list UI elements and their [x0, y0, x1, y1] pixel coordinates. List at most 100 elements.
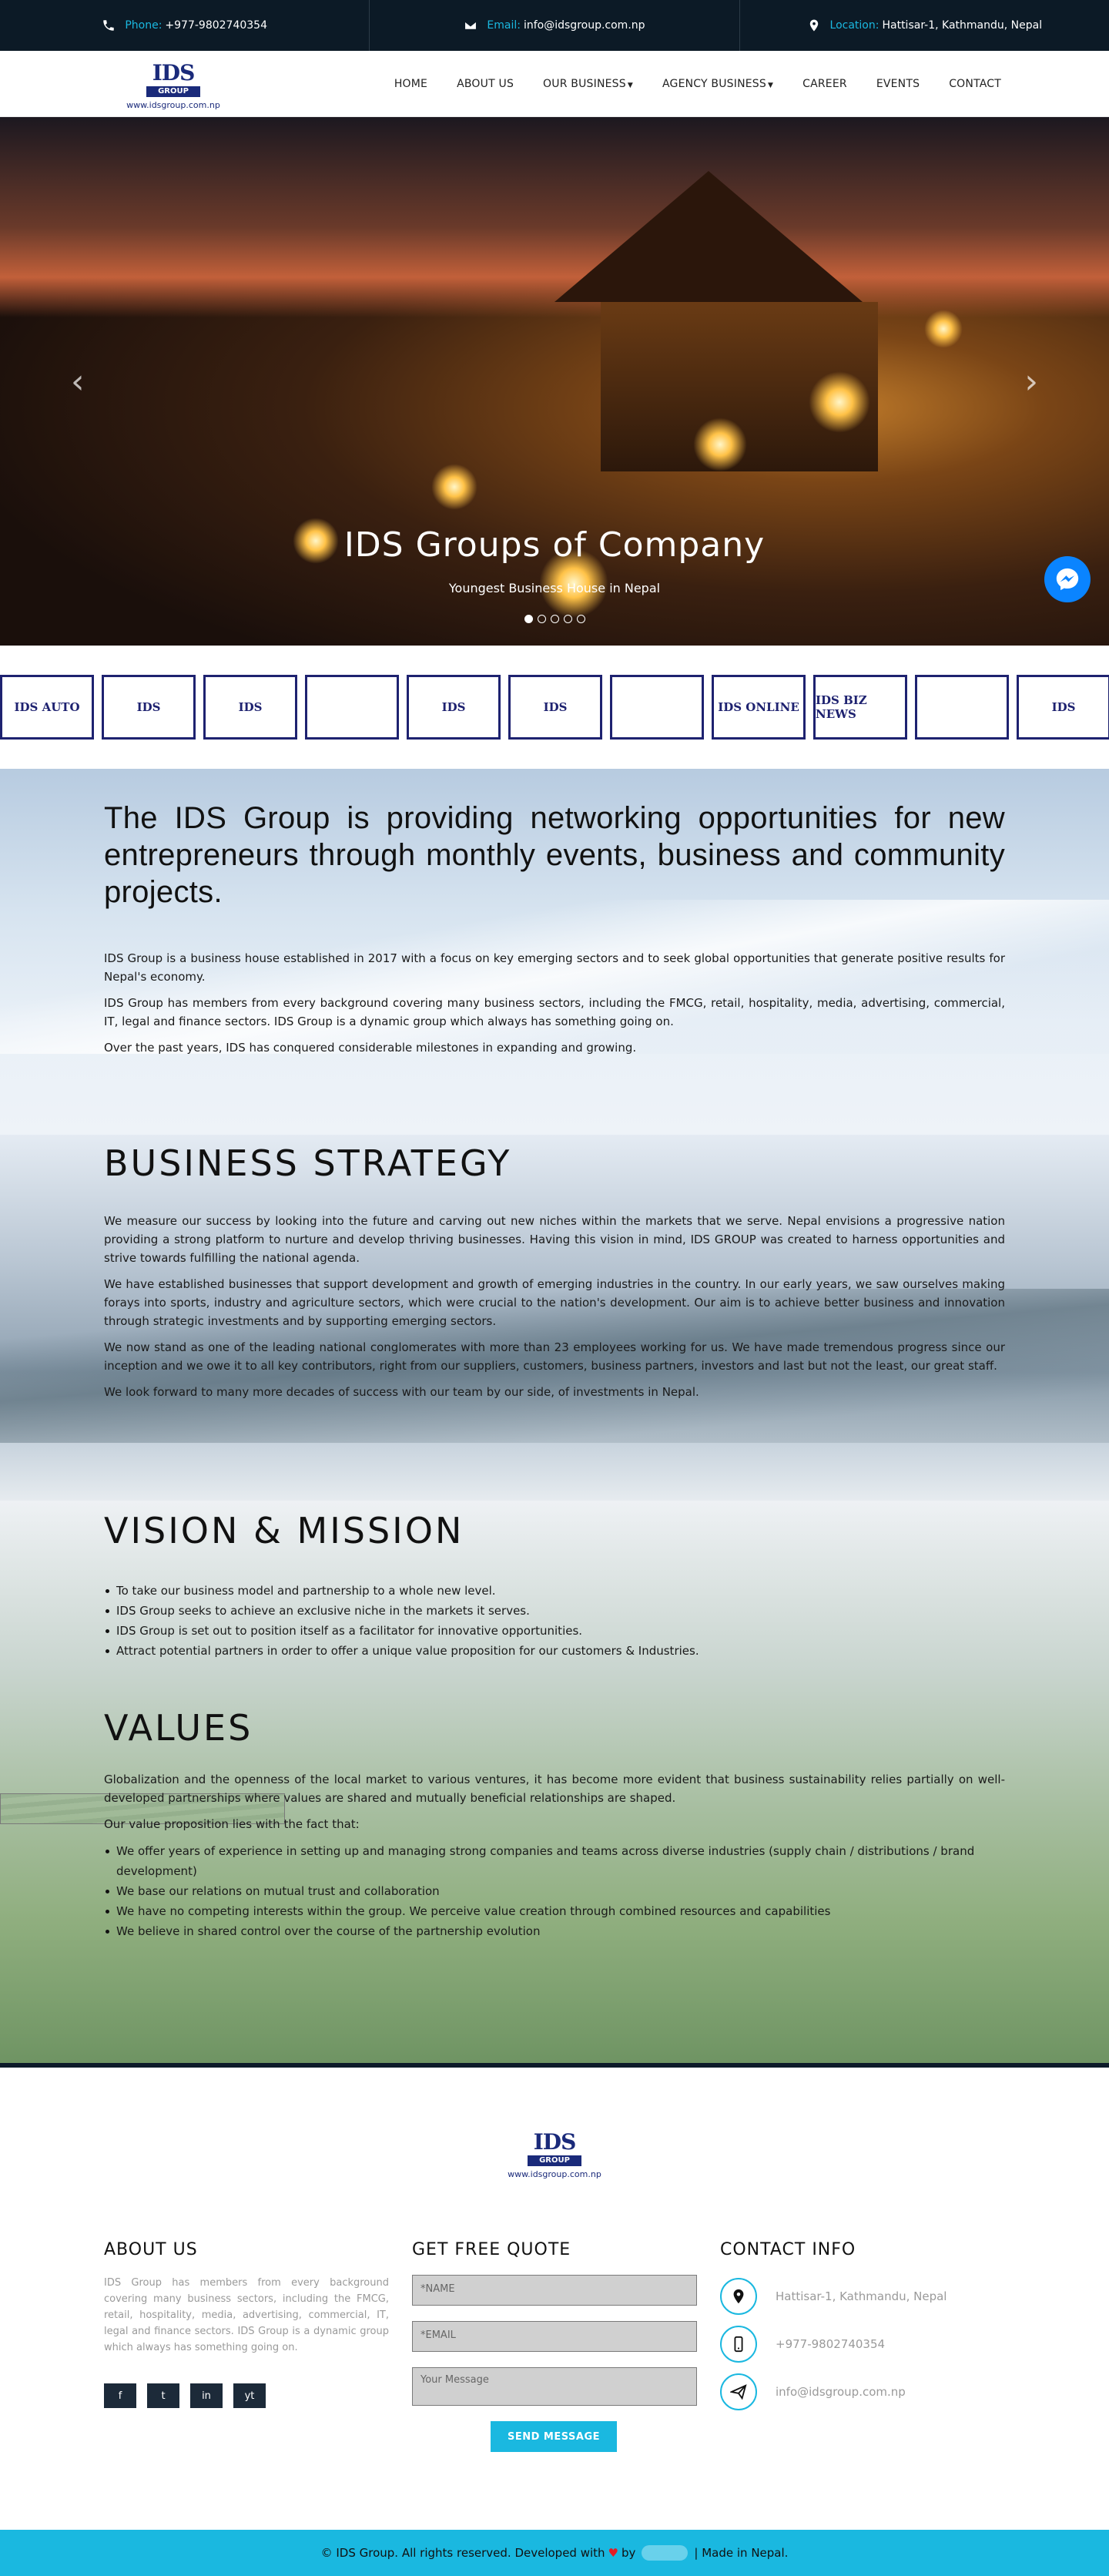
- logo-mark: IDS: [152, 60, 196, 86]
- brand-logo-tile[interactable]: IDS ONLINE: [712, 675, 806, 740]
- brand-logo-tile[interactable]: IDS: [203, 675, 297, 740]
- hero-light: [809, 371, 870, 433]
- footer-contact-info: CONTACT INFO Hattisar-1, Kathmandu, Nepa…: [720, 2240, 1005, 2421]
- nav-events[interactable]: EVENTS: [876, 78, 920, 90]
- slider-dots: [0, 615, 1109, 623]
- contact-address-text: Hattisar-1, Kathmandu, Nepal: [776, 2289, 947, 2303]
- hero-title: IDS Groups of Company: [343, 525, 766, 565]
- slider-dot[interactable]: [550, 615, 559, 623]
- facebook-icon[interactable]: f: [104, 2383, 136, 2408]
- envelope-icon: [464, 21, 477, 30]
- contact-email-text: info@idsgroup.com.np: [776, 2385, 906, 2399]
- contact-phone[interactable]: +977-9802740354: [720, 2326, 1005, 2363]
- strategy-paragraph: We now stand as one of the leading natio…: [104, 1340, 1005, 1373]
- brand-logo-tile[interactable]: IDS: [508, 675, 602, 740]
- vision-list-item: Attract potential partners in order to o…: [104, 1641, 1005, 1661]
- brand-logo-tile[interactable]: IDS BIZ NEWS: [813, 675, 907, 740]
- site-logo[interactable]: IDS GROUP www.idsgroup.com.np: [108, 60, 239, 110]
- copyright-bar: © IDS Group. All rights reserved. Develo…: [0, 2530, 1109, 2576]
- about-lead: The IDS Group is providing networking op…: [104, 801, 1005, 909]
- nav-our-business[interactable]: OUR BUSINESS ▼: [543, 78, 633, 90]
- values-title: VALUES: [104, 1707, 253, 1749]
- name-field[interactable]: *NAME: [412, 2275, 697, 2306]
- slider-dot[interactable]: [563, 615, 572, 623]
- values-list-item: We offer years of experience in setting …: [104, 1841, 1005, 1881]
- logo-url: www.idsgroup.com.np: [508, 2169, 601, 2179]
- message-field[interactable]: Your Message: [412, 2367, 697, 2406]
- contact-phone-text: +977-9802740354: [776, 2337, 886, 2351]
- site-header: IDS GROUP www.idsgroup.com.np HOME ABOUT…: [0, 51, 1109, 117]
- messenger-chat-button[interactable]: [1044, 556, 1091, 602]
- slider-dot[interactable]: [524, 615, 533, 623]
- values-list-item: We have no competing interests within th…: [104, 1901, 1005, 1921]
- footer-quote-form: GET FREE QUOTE *NAME *EMAIL Your Message…: [412, 2240, 697, 2452]
- brand-logo-tile[interactable]: [610, 675, 704, 740]
- map-pin-icon: [720, 2278, 757, 2315]
- vision-list-item: IDS Group is set out to position itself …: [104, 1621, 1005, 1641]
- vision-title: VISION & MISSION: [104, 1510, 464, 1551]
- caret-down-icon: ▼: [627, 82, 633, 89]
- caret-down-icon: ▼: [767, 82, 774, 89]
- values-list: We offer years of experience in setting …: [104, 1841, 1005, 1941]
- nav-home[interactable]: HOME: [394, 78, 427, 90]
- topbar-phone[interactable]: Phone: +977-9802740354: [0, 0, 370, 51]
- nav-contact[interactable]: CONTACT: [949, 78, 1001, 90]
- brand-logo-tile[interactable]: IDS: [102, 675, 196, 740]
- youtube-icon[interactable]: yt: [233, 2383, 266, 2408]
- messenger-icon: [1056, 568, 1079, 591]
- values-list-item: We believe in shared control over the co…: [104, 1921, 1005, 1941]
- contact-email[interactable]: info@idsgroup.com.np: [720, 2373, 1005, 2410]
- brand-logo-tile[interactable]: IDS: [1017, 675, 1109, 740]
- slider-dot[interactable]: [537, 615, 546, 623]
- slider-prev-icon[interactable]: ‹: [71, 362, 85, 401]
- values-list-item: We base our relations on mutual trust an…: [104, 1881, 1005, 1901]
- brand-logo-tile[interactable]: IDS: [407, 675, 501, 740]
- twitter-icon[interactable]: t: [147, 2383, 179, 2408]
- logo-url: www.idsgroup.com.np: [126, 100, 220, 110]
- values-paragraph: Globalization and the openness of the lo…: [104, 1773, 1005, 1805]
- location-label: Location:: [829, 19, 879, 32]
- social-links: f t in yt: [104, 2383, 389, 2408]
- vision-list-item: IDS Group seeks to achieve an exclusive …: [104, 1601, 1005, 1621]
- brand-strip: IDS AUTO IDS IDS IDS IDS IDS ONLINE IDS BIZ NE…: [0, 646, 1109, 769]
- slider-dot[interactable]: [576, 615, 585, 623]
- site-footer: IDS GROUP www.idsgroup.com.np ABOUT US I…: [0, 2068, 1109, 2530]
- brand-logo-tile[interactable]: [915, 675, 1009, 740]
- strategy-paragraph: We measure our success by looking into t…: [104, 1214, 1005, 1265]
- brand-logo-tile[interactable]: IDS AUTO: [0, 675, 94, 740]
- about-paragraph: IDS Group is a business house establishe…: [104, 951, 1005, 984]
- hero-subtitle: Youngest Business House in Nepal: [448, 581, 661, 595]
- about-paragraph: Over the past years, IDS has conquered c…: [104, 1041, 637, 1055]
- about-section: The IDS Group is providing networking op…: [0, 769, 1109, 1135]
- logo-group: GROUP: [528, 2155, 581, 2166]
- developer-logo[interactable]: [642, 2545, 689, 2561]
- send-message-button[interactable]: SEND MESSAGE: [491, 2421, 617, 2452]
- hero-light: [693, 418, 747, 471]
- copyright-text: © IDS Group. All rights reserved. Develo…: [320, 2546, 605, 2560]
- copyright-by: by: [622, 2546, 636, 2560]
- mobile-phone-icon: [720, 2326, 757, 2363]
- linkedin-icon[interactable]: in: [190, 2383, 223, 2408]
- logo-group: GROUP: [146, 86, 200, 97]
- email-field[interactable]: *EMAIL: [412, 2321, 697, 2352]
- slider-next-icon[interactable]: ›: [1024, 362, 1038, 401]
- heart-icon: ♥: [608, 2546, 618, 2560]
- footer-about-title: ABOUT US: [104, 2240, 198, 2259]
- nav-career[interactable]: CAREER: [802, 78, 847, 90]
- main-nav: HOME ABOUT US OUR BUSINESS ▼ AGENCY BUSIN…: [394, 51, 1001, 117]
- hero-slider: ‹ › IDS Groups of Company Youngest Busin…: [0, 117, 1109, 646]
- phone-icon: [103, 20, 115, 31]
- copyright-made-in: | Made in Nepal.: [694, 2546, 789, 2560]
- location-value: Hattisar-1, Kathmandu, Nepal: [882, 19, 1043, 32]
- nav-agency-business[interactable]: AGENCY BUSINESS ▼: [662, 78, 773, 90]
- nav-about[interactable]: ABOUT US: [457, 78, 514, 90]
- contact-address: Hattisar-1, Kathmandu, Nepal: [720, 2278, 1005, 2315]
- brand-logo-tile[interactable]: [305, 675, 399, 740]
- footer-about: ABOUT US IDS Group has members from ever…: [104, 2240, 389, 2408]
- footer-quote-title: GET FREE QUOTE: [412, 2240, 571, 2259]
- topbar-email[interactable]: Email: info@idsgroup.com.np: [370, 0, 740, 51]
- nav-agency-business-label: AGENCY BUSINESS: [662, 78, 766, 90]
- logo-mark: IDS: [533, 2129, 577, 2155]
- footer-logo[interactable]: IDS GROUP www.idsgroup.com.np: [489, 2129, 628, 2191]
- hero-light: [924, 310, 963, 348]
